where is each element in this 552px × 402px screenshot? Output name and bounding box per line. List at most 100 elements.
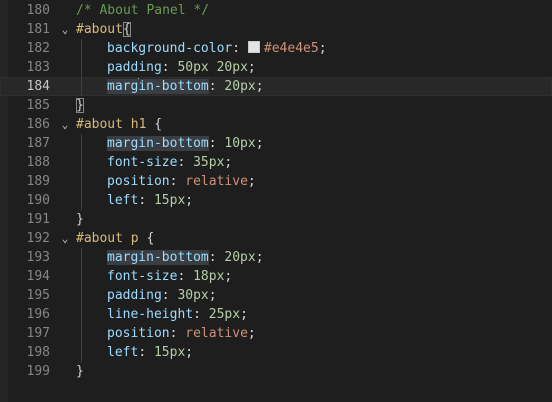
code-line[interactable]: 195 padding: 30px; [0, 286, 552, 305]
color-swatch-icon[interactable] [247, 41, 260, 53]
line-code[interactable]: #about p { [76, 229, 154, 248]
line-code[interactable]: line-height: 25px; [76, 305, 248, 324]
code-line[interactable]: 187 margin-bottom: 10px; [0, 134, 552, 153]
code-line[interactable]: 191} [0, 210, 552, 229]
line-code[interactable]: padding: 50px 20px; [76, 58, 256, 77]
code-line[interactable]: 192 ⌄ #about p { [0, 229, 552, 248]
line-code[interactable]: /* About Panel */ [76, 1, 209, 20]
line-code[interactable]: #about{ [76, 20, 131, 39]
css-brace: } [76, 212, 84, 227]
code-line[interactable]: 181 ⌄ #about{ [0, 20, 552, 39]
line-code[interactable]: margin-bottom: 20px; [76, 248, 264, 267]
css-property: font-size [107, 155, 178, 170]
css-punctuation: : [161, 60, 178, 75]
css-punctuation: : [232, 41, 248, 56]
css-property: background-color [107, 41, 233, 56]
line-code[interactable]: font-size: 35px; [76, 153, 232, 172]
line-code[interactable]: padding: 30px; [76, 286, 217, 305]
code-line[interactable]: 182 background-color: #e4e4e5; [0, 39, 552, 58]
code-line[interactable]: 196 line-height: 25px; [0, 305, 552, 324]
css-number: 20px [224, 79, 256, 94]
css-number: 18px [193, 269, 225, 284]
css-brace: { [122, 22, 131, 37]
fold-chevron-icon[interactable]: ⌄ [58, 115, 72, 134]
css-number: 20px [224, 250, 256, 265]
code-line[interactable]: 194 font-size: 18px; [0, 267, 552, 286]
css-punctuation: : [138, 345, 154, 360]
code-line[interactable]: 184 margin-bottom: 20px; [0, 77, 552, 96]
code-line[interactable]: 190 left: 15px; [0, 191, 552, 210]
css-property: position [107, 326, 170, 341]
line-code[interactable]: left: 15px; [76, 343, 193, 362]
line-number: 181 [26, 22, 50, 37]
line-number: 191 [26, 212, 50, 227]
code-line[interactable]: 180 /* About Panel */ [0, 1, 552, 20]
css-property: margin-bottom [107, 136, 209, 151]
css-punctuation: ; [318, 41, 327, 56]
line-code[interactable]: #about h1 { [76, 115, 162, 134]
line-code[interactable]: margin-bottom: 10px; [76, 134, 264, 153]
line-code[interactable]: } [76, 96, 84, 115]
line-number: 195 [26, 288, 50, 303]
css-number: 15px [153, 345, 186, 360]
line-number: 197 [26, 326, 50, 341]
css-punctuation: : [177, 269, 194, 284]
line-code[interactable]: left: 15px; [76, 191, 193, 210]
css-punctuation: ; [255, 136, 264, 151]
line-number: 189 [26, 174, 50, 189]
line-code[interactable]: position: relative; [76, 172, 256, 191]
line-code[interactable]: position: relative; [76, 324, 256, 343]
css-number: 10px [224, 136, 256, 151]
css-number: 15px [153, 193, 186, 208]
line-number: 193 [26, 250, 50, 265]
css-brace: } [76, 364, 84, 379]
code-line[interactable]: 197 position: relative; [0, 324, 552, 343]
css-value: relative [185, 326, 248, 341]
css-punctuation: : [177, 155, 194, 170]
line-number: 186 [26, 117, 50, 132]
line-number: 199 [26, 364, 50, 379]
line-number: 187 [26, 136, 50, 151]
code-line[interactable]: 199} [0, 362, 552, 381]
line-code[interactable]: } [76, 362, 84, 381]
code-line[interactable]: 188 font-size: 35px; [0, 153, 552, 172]
css-punctuation: ; [185, 193, 194, 208]
line-code[interactable]: } [76, 210, 84, 229]
css-number: 30px [177, 288, 209, 303]
css-property: padding [107, 60, 162, 75]
css-punctuation: ; [240, 307, 248, 322]
css-value: #e4e4e5 [263, 41, 319, 56]
fold-chevron-icon[interactable]: ⌄ [58, 20, 72, 39]
css-property: margin-bottom [107, 250, 209, 265]
css-punctuation: : [169, 326, 186, 341]
line-number: 182 [26, 41, 50, 56]
line-code[interactable]: font-size: 18px; [76, 267, 232, 286]
css-number: 25px [208, 307, 241, 322]
code-line[interactable]: 198 left: 15px; [0, 343, 552, 362]
code-editor[interactable]: 180/* About Panel */181 ⌄ #about{182 backgr… [0, 0, 552, 402]
line-code[interactable]: background-color: #e4e4e5; [76, 39, 327, 58]
css-punctuation: ; [224, 269, 233, 284]
code-line[interactable]: 189 position: relative; [0, 172, 552, 191]
css-property: position [107, 174, 170, 189]
css-comment: /* About Panel */ [76, 3, 210, 18]
line-code[interactable]: margin-bottom: 20px; [76, 77, 264, 96]
css-selector: #about p [76, 231, 139, 246]
line-number: 188 [26, 155, 50, 170]
code-line[interactable]: 185} [0, 96, 552, 115]
line-number: 196 [26, 307, 50, 322]
editor-lines[interactable]: 180/* About Panel */181 ⌄ #about{182 backgr… [0, 0, 552, 381]
code-line[interactable]: 193 margin-bottom: 20px; [0, 248, 552, 267]
fold-chevron-icon[interactable]: ⌄ [58, 229, 72, 248]
css-punctuation [209, 60, 217, 75]
code-line[interactable]: 186 ⌄ #about h1 { [0, 115, 552, 134]
css-property: font-size [107, 269, 178, 284]
line-number: 184 [26, 79, 50, 94]
css-punctuation: ; [208, 288, 217, 303]
css-punctuation: : [208, 79, 225, 94]
css-punctuation: : [161, 288, 178, 303]
css-punctuation: : [193, 307, 209, 322]
css-punctuation: ; [247, 174, 256, 189]
code-line[interactable]: 183 padding: 50px 20px; [0, 58, 552, 77]
css-punctuation: ; [224, 155, 233, 170]
